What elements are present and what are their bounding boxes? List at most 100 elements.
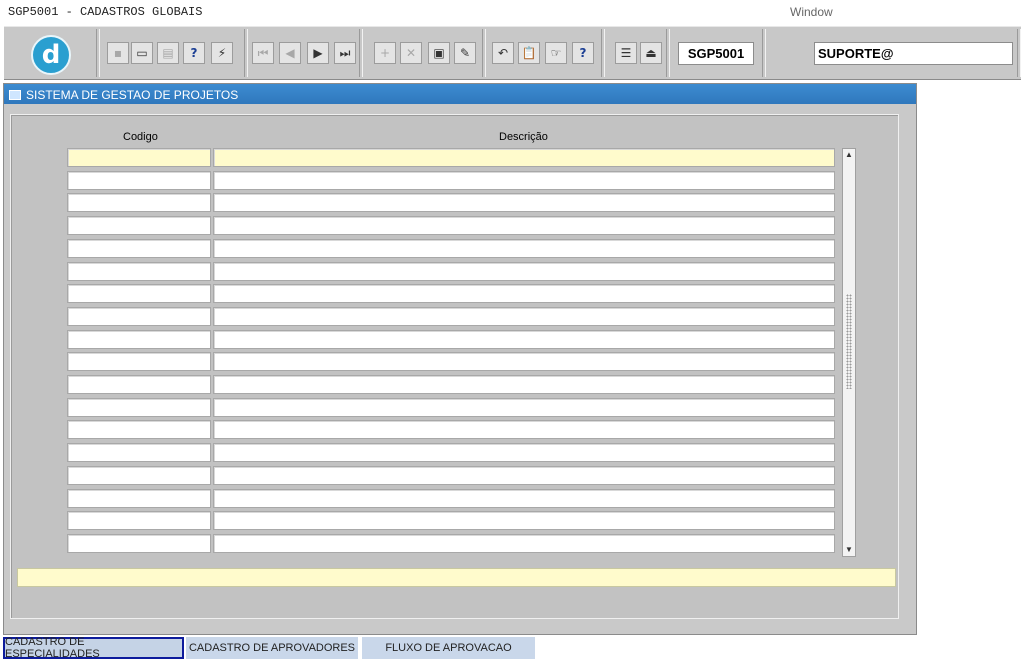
menu-icon: ☰ [620,46,632,60]
undo-icon: ↶ [497,46,509,60]
lov-button[interactable]: ▣ [428,42,450,64]
first-record-button[interactable]: ⏮ [252,42,274,64]
query-button[interactable]: ? [183,42,205,64]
toolbar: d ▪ ▭ ▤? ⚡ ⏮ ◀ ▶ ⏭ + ✕ ▣ ✎ ↶ 📋 ☞? ☰ ⏏ SGP5001 SUPORTE@ [4,26,1021,80]
descricao-cell[interactable] [213,261,835,281]
window-menu[interactable]: Window [790,5,833,19]
window-button[interactable]: ▭ [131,42,153,64]
descricao-cell[interactable] [213,397,835,417]
grid-scrollbar[interactable]: ▲ ▼ [842,148,856,557]
descricao-cell[interactable] [213,284,835,304]
codigo-cell[interactable] [67,238,211,258]
descricao-cell[interactable] [213,465,835,485]
lov-icon: ▣ [433,46,445,60]
form-title: SISTEMA DE GESTAO DE PROJETOS [26,88,239,102]
form-title-bar[interactable]: SISTEMA DE GESTAO DE PROJETOS [4,84,916,104]
codigo-cell[interactable] [67,329,211,349]
edit-icon: ✎ [459,46,471,60]
descricao-cell[interactable] [213,216,835,236]
codigo-cell[interactable] [67,148,211,167]
execute-query-icon: ⚡ [217,46,227,60]
codigo-cell[interactable] [67,284,211,304]
tab-fluxo-de-aprovacao[interactable]: FLUXO DE APROVACAO [362,637,535,659]
tab-cadastro-de-especialidades[interactable]: CADASTRO DE ESPECIALIDADES [3,636,184,660]
form-window-icon [9,90,21,100]
first-record-icon: ⏮ [257,45,269,60]
codigo-cell[interactable] [67,511,211,531]
help-icon: ? [579,46,587,60]
help-button[interactable]: ? [572,42,594,64]
last-record-icon: ⏭ [339,45,351,60]
scroll-up-icon[interactable]: ▲ [843,149,855,161]
scroll-down-icon[interactable]: ▼ [843,544,855,556]
descricao-cell[interactable] [213,193,835,213]
query-icon: ? [190,46,198,60]
codigo-cell[interactable] [67,170,211,190]
descricao-cell[interactable] [213,148,835,167]
edit-button[interactable]: ✎ [454,42,476,64]
app-logo: d [31,35,71,75]
insert-record-icon: + [379,46,391,60]
save-icon: ▪ [113,46,123,60]
codigo-cell[interactable] [67,261,211,281]
window-title: SGP5001 - CADASTROS GLOBAIS [8,5,203,19]
next-record-button[interactable]: ▶ [307,42,329,64]
codigo-cell[interactable] [67,465,211,485]
codigo-cell[interactable] [67,533,211,553]
codigo-cell[interactable] [67,375,211,394]
descricao-cell[interactable] [213,420,835,440]
codigo-cell[interactable] [67,352,211,372]
form-name-field: SGP5001 [678,42,754,65]
save-button[interactable]: ▪ [107,42,129,64]
descricao-cell[interactable] [213,375,835,394]
delete-record-button[interactable]: ✕ [400,42,422,64]
descricao-cell[interactable] [213,352,835,372]
toolbar-separator [762,29,766,77]
descricao-cell[interactable] [213,306,835,326]
message-line [17,568,896,587]
previous-record-icon: ◀ [285,46,295,60]
toolbar-separator [244,29,248,77]
clipboard-icon: 📋 [521,46,537,60]
exit-button[interactable]: ⏏ [640,42,662,64]
codigo-cell[interactable] [67,193,211,213]
codigo-cell[interactable] [67,216,211,236]
column-header-codigo: Codigo [123,131,158,143]
next-record-icon: ▶ [313,46,323,60]
previous-record-button[interactable]: ◀ [279,42,301,64]
print-icon: ▤ [162,46,174,60]
tab-cadastro-de-aprovadores[interactable]: CADASTRO DE APROVADORES [186,637,358,659]
codigo-cell[interactable] [67,397,211,417]
hand-icon: ☞ [550,46,562,60]
descricao-cell[interactable] [213,488,835,508]
descricao-cell[interactable] [213,511,835,531]
print-button[interactable]: ▤ [157,42,179,64]
delete-record-icon: ✕ [405,46,417,60]
toolbar-separator [601,29,605,77]
window-icon: ▭ [136,46,148,60]
toolbar-separator [359,29,363,77]
hand-button[interactable]: ☞ [545,42,567,64]
codigo-cell[interactable] [67,306,211,326]
menu-bar: SGP5001 - CADASTROS GLOBAIS Window [0,0,1023,24]
insert-record-button[interactable]: + [374,42,396,64]
last-record-button[interactable]: ⏭ [334,42,356,64]
codigo-cell[interactable] [67,443,211,463]
menu-button[interactable]: ☰ [615,42,637,64]
toolbar-separator [666,29,670,77]
exit-icon: ⏏ [645,46,657,60]
toolbar-separator [482,29,486,77]
descricao-cell[interactable] [213,170,835,190]
toolbar-separator [1017,29,1021,77]
scroll-grip[interactable] [846,294,852,389]
descricao-cell[interactable] [213,238,835,258]
descricao-cell[interactable] [213,533,835,553]
codigo-cell[interactable] [67,420,211,440]
descricao-cell[interactable] [213,443,835,463]
execute-query-button[interactable]: ⚡ [211,42,233,64]
clipboard-button[interactable]: 📋 [518,42,540,64]
toolbar-separator [96,29,100,77]
descricao-cell[interactable] [213,329,835,349]
codigo-cell[interactable] [67,488,211,508]
undo-button[interactable]: ↶ [492,42,514,64]
